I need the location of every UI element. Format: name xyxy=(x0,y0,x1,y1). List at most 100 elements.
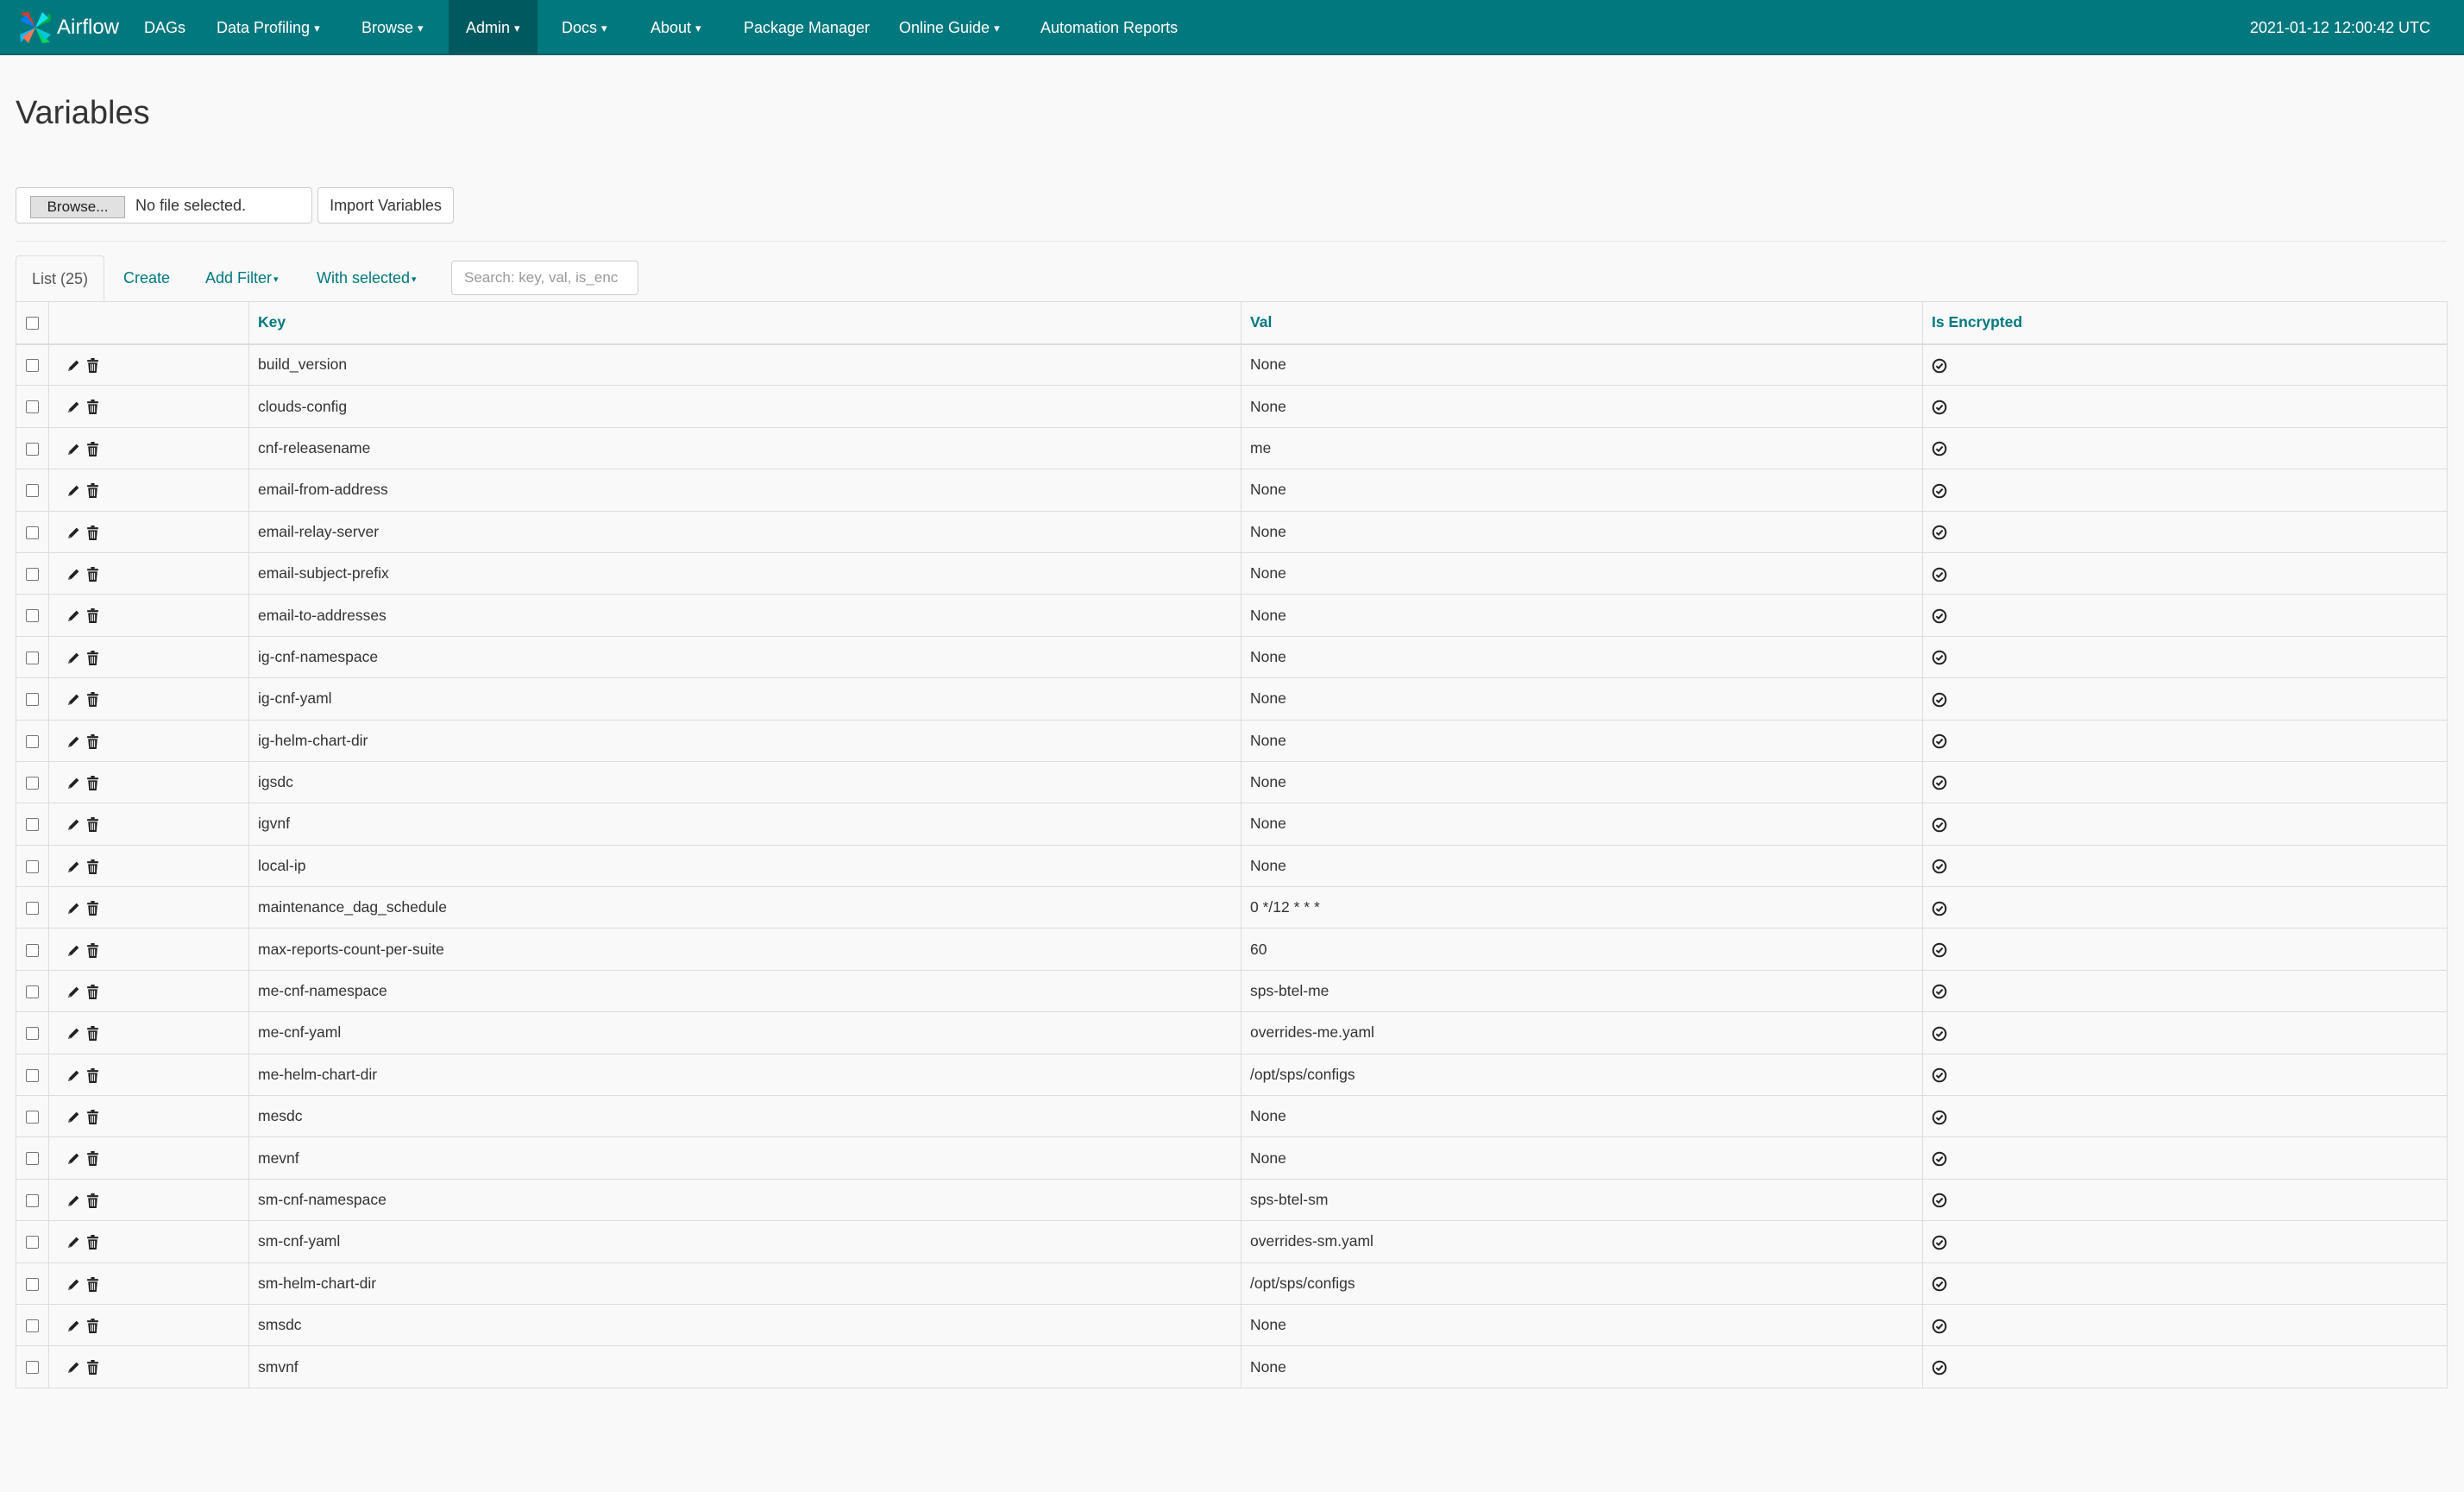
edit-icon[interactable] xyxy=(66,985,81,999)
tab-add-filter[interactable]: Add Filter ▾ xyxy=(205,255,279,301)
delete-icon[interactable] xyxy=(86,1360,99,1376)
row-checkbox[interactable] xyxy=(26,859,39,873)
row-checkbox[interactable] xyxy=(26,818,39,832)
is-encrypted-column-header[interactable]: Is Encrypted xyxy=(1922,301,2448,344)
delete-icon[interactable] xyxy=(86,859,99,874)
delete-icon[interactable] xyxy=(86,1319,99,1334)
edit-icon[interactable] xyxy=(66,483,81,498)
select-all-checkbox[interactable] xyxy=(26,317,39,331)
delete-icon[interactable] xyxy=(86,1067,99,1083)
edit-icon[interactable] xyxy=(66,1360,81,1375)
key-column-header[interactable]: Key xyxy=(248,301,1241,344)
tab-with-selected[interactable]: With selected ▾ xyxy=(317,255,417,301)
edit-icon[interactable] xyxy=(66,901,81,916)
edit-icon[interactable] xyxy=(66,1110,81,1124)
edit-icon[interactable] xyxy=(66,943,81,958)
delete-icon[interactable] xyxy=(86,525,99,540)
row-checkbox[interactable] xyxy=(26,442,39,456)
row-checkbox[interactable] xyxy=(26,1361,39,1375)
row-checkbox[interactable] xyxy=(26,651,39,664)
edit-icon[interactable] xyxy=(66,734,81,749)
edit-icon[interactable] xyxy=(66,692,81,707)
row-checkbox[interactable] xyxy=(26,1068,39,1082)
delete-icon[interactable] xyxy=(86,733,99,749)
airflow-brand-link[interactable]: Airflow xyxy=(17,0,119,55)
edit-icon[interactable] xyxy=(66,526,81,540)
nav-about[interactable]: About ▾ xyxy=(651,0,701,55)
row-checkbox[interactable] xyxy=(26,1111,39,1124)
delete-icon[interactable] xyxy=(86,1151,99,1167)
delete-icon[interactable] xyxy=(86,400,99,415)
row-checkbox[interactable] xyxy=(26,776,39,790)
row-checkbox[interactable] xyxy=(26,526,39,539)
nav-docs[interactable]: Docs ▾ xyxy=(562,0,607,55)
edit-icon[interactable] xyxy=(66,776,81,790)
nav-data-profiling[interactable]: Data Profiling ▾ xyxy=(217,0,320,55)
val-column-header[interactable]: Val xyxy=(1241,301,1923,344)
delete-icon[interactable] xyxy=(86,1235,99,1250)
delete-icon[interactable] xyxy=(86,567,99,582)
nav-online-guide[interactable]: Online Guide ▾ xyxy=(899,0,1000,55)
delete-icon[interactable] xyxy=(86,692,99,708)
nav-browse[interactable]: Browse ▾ xyxy=(361,0,424,55)
delete-icon[interactable] xyxy=(86,984,99,999)
edit-icon[interactable] xyxy=(66,442,81,456)
edit-icon[interactable] xyxy=(66,567,81,582)
row-checkbox[interactable] xyxy=(26,568,39,582)
nav-admin[interactable]: Admin ▾ xyxy=(449,0,537,55)
edit-icon[interactable] xyxy=(66,1319,81,1333)
delete-icon[interactable] xyxy=(86,1026,99,1042)
delete-icon[interactable] xyxy=(86,942,99,958)
row-checkbox[interactable] xyxy=(26,943,39,957)
row-checkbox[interactable] xyxy=(26,1277,39,1291)
table-row: ig-cnf-yaml None xyxy=(16,677,2448,721)
edit-icon[interactable] xyxy=(66,1193,81,1208)
delete-icon[interactable] xyxy=(86,1193,99,1208)
delete-icon[interactable] xyxy=(86,775,99,790)
import-variables-button[interactable]: Import Variables xyxy=(317,187,454,223)
edit-icon[interactable] xyxy=(66,817,81,832)
delete-icon[interactable] xyxy=(86,901,99,916)
tab-create[interactable]: Create xyxy=(123,255,170,301)
row-checkbox[interactable] xyxy=(26,359,39,373)
edit-icon[interactable] xyxy=(66,1068,81,1083)
row-checkbox[interactable] xyxy=(26,1236,39,1250)
edit-icon[interactable] xyxy=(66,651,81,665)
delete-icon[interactable] xyxy=(86,483,99,499)
edit-icon[interactable] xyxy=(66,1026,81,1041)
row-checkbox[interactable] xyxy=(26,734,39,748)
delete-icon[interactable] xyxy=(86,817,99,833)
row-checkbox[interactable] xyxy=(26,902,39,916)
row-checkbox[interactable] xyxy=(26,609,39,623)
row-checkbox[interactable] xyxy=(26,1027,39,1041)
delete-icon[interactable] xyxy=(86,441,99,456)
tab-list[interactable]: List (25) xyxy=(16,255,104,302)
is-encrypted-cell xyxy=(1922,1053,2448,1097)
edit-icon[interactable] xyxy=(66,358,81,373)
nav-package-manager[interactable]: Package Manager xyxy=(744,0,870,55)
row-checkbox[interactable] xyxy=(26,985,39,998)
search-input[interactable] xyxy=(451,261,638,295)
row-checkbox[interactable] xyxy=(26,400,39,414)
delete-icon[interactable] xyxy=(86,608,99,624)
delete-icon[interactable] xyxy=(86,358,99,374)
nav-automation-reports[interactable]: Automation Reports xyxy=(1040,0,1178,55)
nav-dags[interactable]: DAGs xyxy=(144,0,185,55)
delete-icon[interactable] xyxy=(86,1110,99,1125)
row-checkbox[interactable] xyxy=(26,1319,39,1333)
row-checkbox[interactable] xyxy=(26,484,39,498)
delete-icon[interactable] xyxy=(86,1276,99,1292)
row-checkbox[interactable] xyxy=(26,1152,39,1166)
row-checkbox[interactable] xyxy=(26,693,39,707)
edit-icon[interactable] xyxy=(66,859,81,874)
edit-icon[interactable] xyxy=(66,1277,81,1292)
edit-icon[interactable] xyxy=(66,1235,81,1250)
edit-icon[interactable] xyxy=(66,608,81,623)
row-checkbox[interactable] xyxy=(26,1193,39,1207)
file-input[interactable]: Browse... No file selected. xyxy=(16,187,312,223)
edit-icon[interactable] xyxy=(66,1151,81,1166)
browse-button[interactable]: Browse... xyxy=(30,196,125,218)
row-actions xyxy=(48,594,249,637)
delete-icon[interactable] xyxy=(86,650,99,665)
edit-icon[interactable] xyxy=(66,400,81,414)
